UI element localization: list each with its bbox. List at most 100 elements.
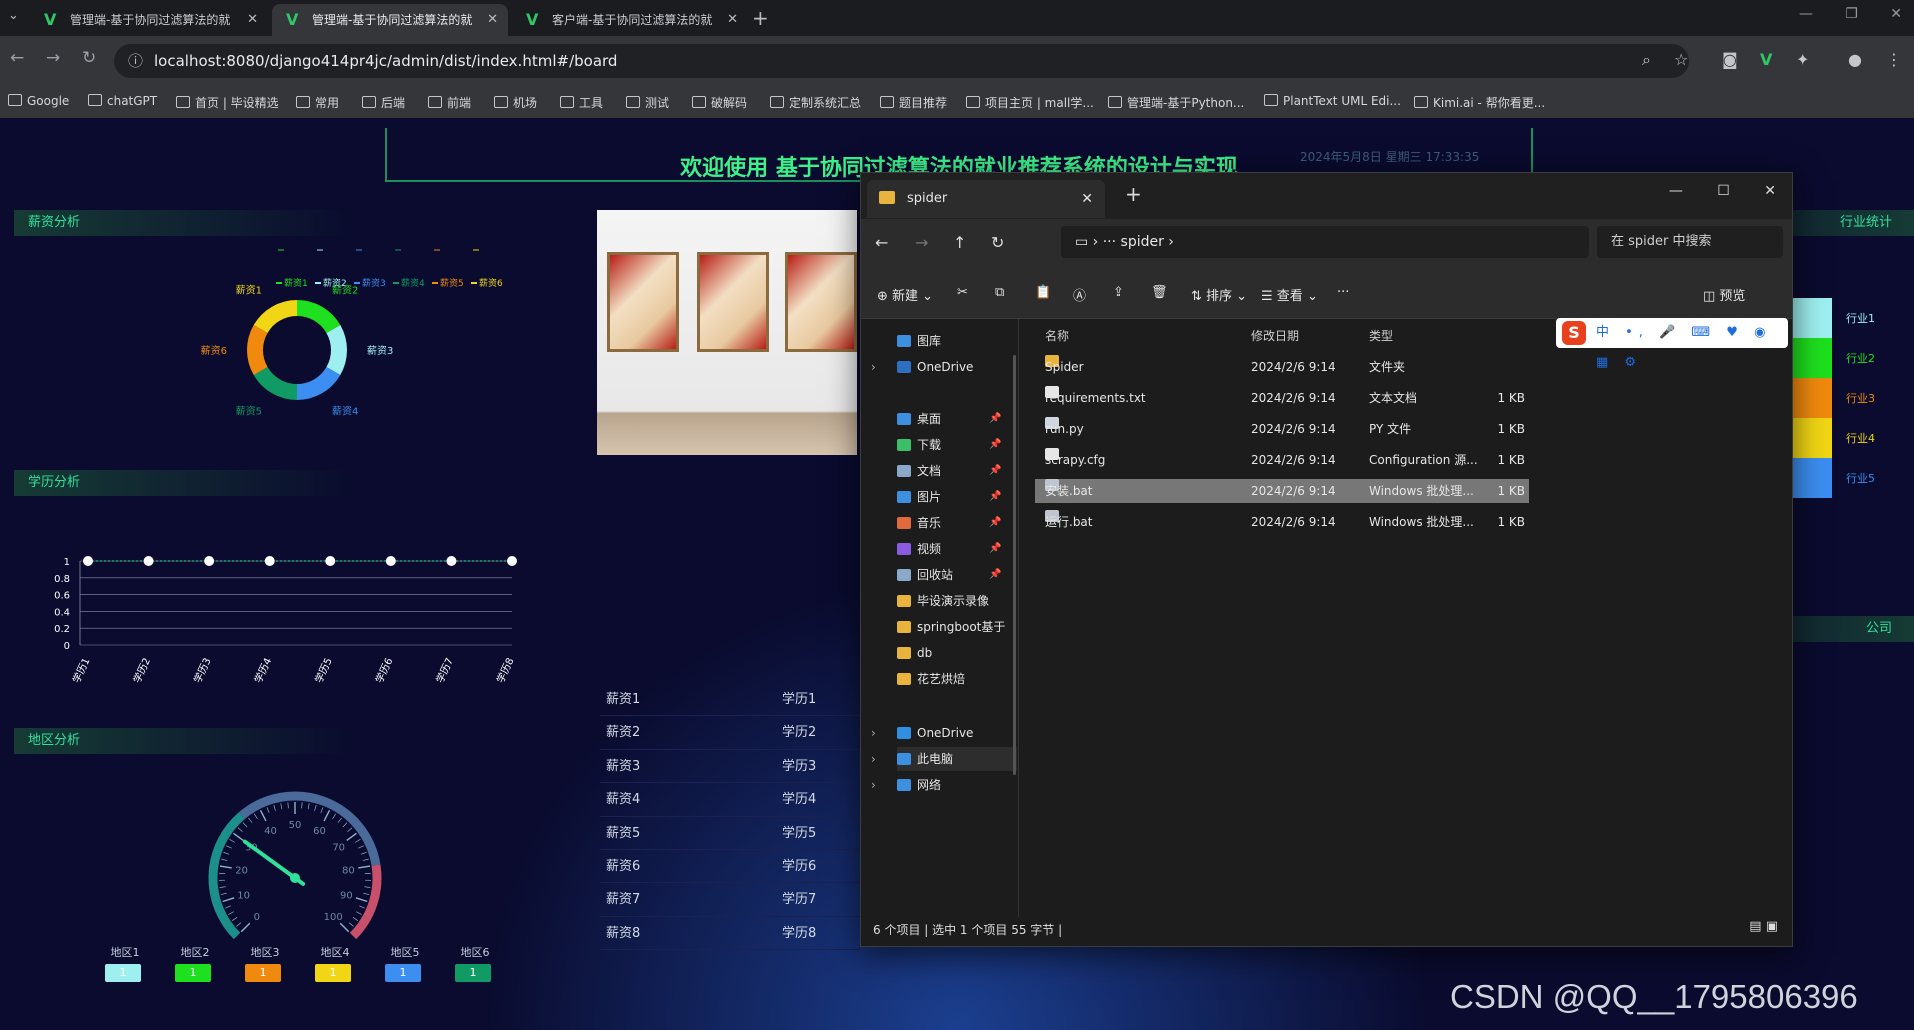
bookmark-item[interactable]: chatGPT	[88, 94, 157, 108]
close-tab-icon[interactable]: ✕	[247, 4, 258, 36]
browser-tab-2[interactable]: V 管理端-基于协同过滤算法的就 ✕	[272, 4, 508, 36]
region-badge: 1	[315, 964, 351, 982]
back-icon[interactable]: ←	[875, 233, 888, 252]
nav-item[interactable]: 图库	[897, 329, 941, 353]
tab-search-icon[interactable]: ⌄	[8, 8, 19, 23]
pin-icon[interactable]: 📌	[989, 537, 1001, 561]
delete-icon[interactable]: 🗑	[1151, 285, 1168, 300]
vue-devtools-icon[interactable]: V	[1760, 50, 1772, 69]
up-icon[interactable]: ↑	[953, 233, 966, 252]
expand-chevron-icon[interactable]: ›	[871, 773, 876, 797]
forward-icon[interactable]: →	[915, 233, 928, 252]
path-bar[interactable]: ▭ › ··· spider ›	[1061, 226, 1589, 258]
column-date[interactable]: 修改日期	[1251, 327, 1299, 344]
close-tab-icon[interactable]: ✕	[487, 4, 498, 36]
extension-icon[interactable]: ◙	[1722, 50, 1738, 69]
window-controls[interactable]: — ❐ ✕	[1799, 6, 1902, 22]
nav-item[interactable]: OneDrive	[897, 721, 973, 745]
bookmark-item[interactable]: 工具	[560, 94, 603, 111]
close-tab-icon[interactable]: ✕	[1081, 180, 1093, 218]
bookmark-item[interactable]: Kimi.ai - 帮你看更...	[1414, 94, 1545, 111]
nav-item[interactable]: 下载 📌	[897, 433, 1001, 457]
column-name[interactable]: 名称	[1045, 327, 1069, 344]
pin-icon[interactable]: 📌	[989, 459, 1001, 483]
nav-item[interactable]: springboot基于	[897, 615, 1005, 639]
search-input[interactable]: 在 spider 中搜索	[1597, 226, 1783, 258]
bookmark-item[interactable]: 首页 | 毕设精选	[176, 94, 279, 111]
bookmark-item[interactable]: 后端	[362, 94, 405, 111]
avatar[interactable]: ●	[1848, 50, 1862, 69]
column-type[interactable]: 类型	[1369, 327, 1393, 344]
zoom-icon[interactable]: ⌕	[1642, 50, 1651, 70]
pin-icon[interactable]: 📌	[989, 563, 1001, 587]
address-bar[interactable]: ⓘ localhost:8080/django414pr4jc/admin/dis…	[114, 44, 1689, 78]
preview-button[interactable]: ◫ 预览	[1703, 285, 1745, 304]
details-view-icon[interactable]: ▤ ▣	[1749, 919, 1778, 934]
bookmark-item[interactable]: 项目主页 | mall学...	[966, 94, 1094, 111]
new-explorer-tab-button[interactable]: +	[1125, 182, 1142, 206]
nav-item[interactable]: 视频 📌	[897, 537, 1001, 561]
sort-button[interactable]: ⇅ 排序 ⌄	[1191, 285, 1247, 304]
file-row[interactable]: scrapy.cfg 2024/2/6 9:14 Configuration 源..…	[1035, 448, 1529, 472]
ime-icons[interactable]: 中 •, 🎤 ⌨ ♥ ◉ ▦ ⚙	[1596, 318, 1788, 378]
more-icon[interactable]: ···	[1337, 285, 1349, 300]
share-icon[interactable]: ⇪	[1113, 285, 1124, 300]
nav-item[interactable]: OneDrive	[897, 355, 973, 379]
nav-item[interactable]: 音乐 📌	[897, 511, 1001, 535]
browser-tab-3[interactable]: V 客户端-基于协同过滤算法的就 ✕	[512, 4, 748, 36]
expand-chevron-icon[interactable]: ›	[871, 721, 876, 745]
nav-item[interactable]: 此电脑	[897, 747, 1017, 771]
industry-label: 行业3	[1846, 392, 1875, 405]
explorer-window-controls[interactable]: — ☐ ✕	[1669, 183, 1776, 199]
rename-icon[interactable]: Ⓐ	[1073, 285, 1086, 304]
bookmark-item[interactable]: 机场	[494, 94, 537, 111]
file-row[interactable]: Spider 2024/2/6 9:14 文件夹	[1035, 355, 1529, 379]
cut-icon[interactable]: ✂	[957, 285, 968, 300]
scrollbar[interactable]	[1013, 355, 1016, 775]
expand-chevron-icon[interactable]: ›	[871, 747, 876, 771]
puzzle-icon[interactable]: ✦	[1796, 50, 1809, 69]
bookmark-item[interactable]: 前端	[428, 94, 471, 111]
explorer-tab[interactable]: spider ✕	[867, 180, 1105, 218]
browser-tab-1[interactable]: V 管理端-基于协同过滤算法的就 ✕	[30, 4, 268, 36]
menu-icon[interactable]: ⋮	[1886, 50, 1902, 69]
forward-icon[interactable]: →	[46, 48, 60, 68]
view-button[interactable]: ☰ 查看 ⌄	[1261, 285, 1318, 304]
bookmark-item[interactable]: 题目推荐	[880, 94, 947, 111]
bookmark-item[interactable]: Google	[8, 94, 69, 108]
nav-item[interactable]: db	[897, 641, 932, 665]
file-row[interactable]: 安装.bat 2024/2/6 9:14 Windows 批处理... 1 KB	[1035, 479, 1529, 503]
expand-chevron-icon[interactable]: ›	[871, 355, 876, 379]
nav-item[interactable]: 花艺烘焙	[897, 667, 965, 691]
bookmark-item[interactable]: 测试	[626, 94, 669, 111]
site-info-icon[interactable]: ⓘ	[128, 44, 143, 78]
bookmark-item[interactable]: 破解码	[692, 94, 747, 111]
close-tab-icon[interactable]: ✕	[727, 4, 738, 36]
bookmark-star-icon[interactable]: ☆	[1674, 50, 1688, 69]
nav-item[interactable]: 网络	[897, 773, 941, 797]
nav-item[interactable]: 图片 📌	[897, 485, 1001, 509]
nav-item[interactable]: 文档 📌	[897, 459, 1001, 483]
back-icon[interactable]: ←	[10, 48, 24, 68]
refresh-icon[interactable]: ↻	[991, 233, 1004, 252]
nav-item[interactable]: 桌面 📌	[897, 407, 1001, 431]
bookmark-item[interactable]: 常用	[296, 94, 339, 111]
new-tab-button[interactable]: +	[752, 4, 769, 32]
paste-icon[interactable]: 📋	[1035, 285, 1051, 300]
file-row[interactable]: run.py 2024/2/6 9:14 PY 文件 1 KB	[1035, 417, 1529, 441]
ime-toolbar[interactable]: S 中 •, 🎤 ⌨ ♥ ◉ ▦ ⚙	[1556, 318, 1788, 370]
pin-icon[interactable]: 📌	[989, 485, 1001, 509]
nav-item[interactable]: 毕设演示录像	[897, 589, 989, 613]
nav-item[interactable]: 回收站 📌	[897, 563, 1001, 587]
bookmark-item[interactable]: 管理端-基于Python...	[1108, 94, 1244, 111]
copy-icon[interactable]: ⧉	[995, 285, 1004, 300]
file-row[interactable]: requirements.txt 2024/2/6 9:14 文本文档 1 KB	[1035, 386, 1529, 410]
pin-icon[interactable]: 📌	[989, 407, 1001, 431]
file-row[interactable]: 运行.bat 2024/2/6 9:14 Windows 批处理... 1 KB	[1035, 510, 1529, 534]
pin-icon[interactable]: 📌	[989, 433, 1001, 457]
new-button[interactable]: ⊕ 新建 ⌄	[877, 285, 933, 304]
bookmark-item[interactable]: PlantText UML Edi...	[1264, 94, 1401, 108]
pin-icon[interactable]: 📌	[989, 511, 1001, 535]
bookmark-item[interactable]: 定制系统汇总	[770, 94, 861, 111]
reload-icon[interactable]: ↻	[82, 48, 96, 68]
